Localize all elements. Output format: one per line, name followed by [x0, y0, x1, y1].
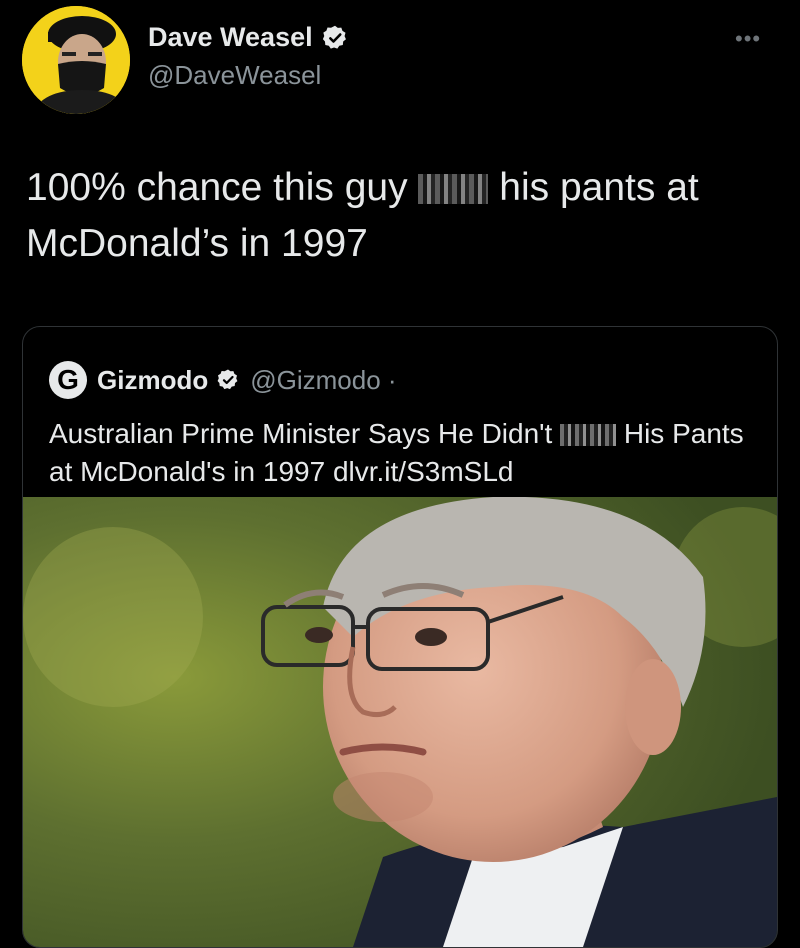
quoted-tweet-header: G Gizmodo @Gizmodo · [49, 361, 397, 399]
censored-word-blur [560, 424, 617, 446]
author-display-name[interactable]: Dave Weasel [148, 22, 313, 53]
author-handle[interactable]: @DaveWeasel [148, 60, 321, 91]
verified-badge-icon [216, 368, 240, 392]
quoted-tweet-photo[interactable] [23, 497, 777, 947]
tweet-text: 100% chance this guy his pants at McDona… [26, 160, 786, 272]
author-name-row: Dave Weasel [148, 22, 349, 53]
news-photo-illustration [23, 497, 777, 947]
more-options-icon[interactable]: ••• [735, 26, 761, 52]
quoted-tweet-card[interactable]: G Gizmodo @Gizmodo · Australian Prime Mi… [22, 326, 778, 948]
author-avatar[interactable] [22, 6, 130, 114]
verified-badge-icon [321, 24, 349, 52]
gizmodo-logo-avatar[interactable]: G [49, 361, 87, 399]
tweet-text-part-1: 100% chance this guy [26, 166, 408, 209]
censored-word-blur [418, 174, 489, 204]
quoted-handle[interactable]: @Gizmodo · [250, 365, 396, 396]
quoted-tweet-text: Australian Prime Minister Says He Didn't… [49, 415, 769, 491]
quoted-display-name[interactable]: Gizmodo [97, 365, 208, 396]
avatar-illustration [22, 6, 130, 114]
quoted-text-part-1: Australian Prime Minister Says He Didn't [49, 418, 553, 449]
